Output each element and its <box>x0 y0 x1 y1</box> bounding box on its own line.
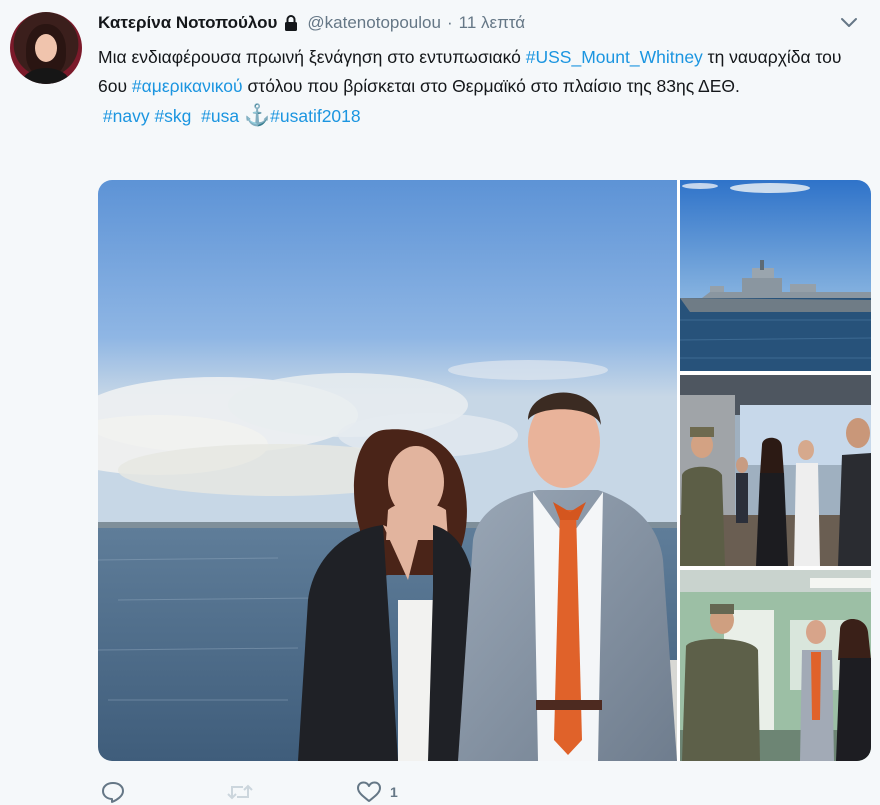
author-name[interactable]: Κατερίνα Νοτοπούλου <box>98 13 277 33</box>
like-button[interactable]: 1 <box>356 780 398 804</box>
tweet-header: Κατερίνα Νοτοπούλου @katenotopoulou · 11… <box>98 10 860 36</box>
retweet-icon[interactable] <box>226 780 254 804</box>
thumb-photo-ship[interactable] <box>680 180 871 371</box>
reply-icon[interactable] <box>100 780 126 804</box>
text-part: στόλου που βρίσκεται στο Θερμαϊκό στο πλ… <box>242 76 740 96</box>
author-handle[interactable]: @katenotopoulou <box>307 13 441 33</box>
tweet-card[interactable]: Κατερίνα Νοτοπούλου @katenotopoulou · 11… <box>0 0 880 805</box>
thumb-photo-deck[interactable] <box>680 375 871 566</box>
hashtag-amerikanikou[interactable]: #αμερικανικού <box>132 76 243 96</box>
tweet-actions: 1 <box>100 778 398 805</box>
main-photo[interactable] <box>98 180 677 761</box>
separator-dot: · <box>446 13 453 32</box>
hashtag-uss-mount-whitney[interactable]: #USS_Mount_Whitney <box>526 47 703 67</box>
lock-icon <box>282 14 300 32</box>
like-count: 1 <box>390 783 398 800</box>
hashtag-usatif2018[interactable]: #usatif2018 <box>270 106 361 126</box>
avatar[interactable] <box>10 12 82 84</box>
media-grid <box>98 180 871 761</box>
hashtag-skg[interactable]: #skg <box>154 106 191 126</box>
text-part: Μια ενδιαφέρουσα πρωινή ξενάγηση στο εντ… <box>98 47 526 67</box>
tweet-text: Μια ενδιαφέρουσα πρωινή ξενάγηση στο εντ… <box>98 43 873 131</box>
hashtag-usa[interactable]: #usa <box>201 106 239 126</box>
hashtag-navy[interactable]: #navy <box>103 106 150 126</box>
timestamp[interactable]: 11 λεπτά <box>459 13 525 33</box>
anchor-emoji: ⚓ <box>243 104 271 127</box>
chevron-down-icon[interactable] <box>838 12 860 34</box>
heart-icon[interactable] <box>356 780 382 804</box>
thumb-photo-bridge[interactable] <box>680 570 871 761</box>
